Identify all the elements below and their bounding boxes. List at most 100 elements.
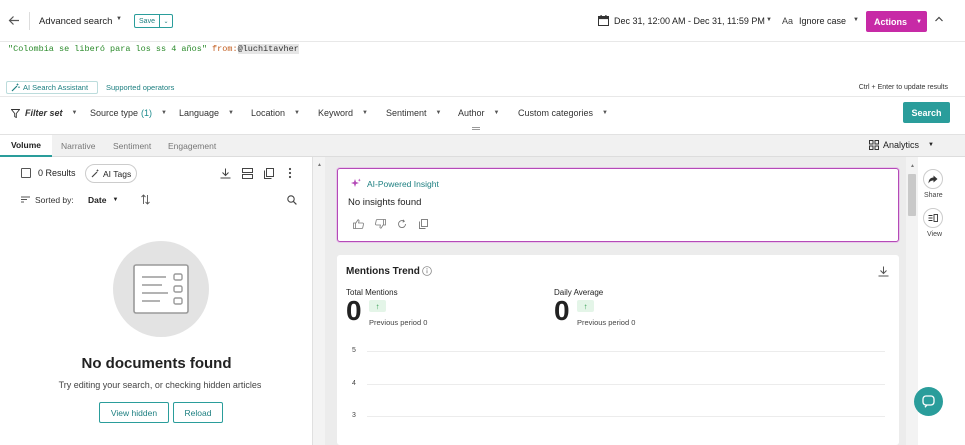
filter-location-label: Location [251,108,286,118]
search-button[interactable]: Search [903,102,950,123]
drag-handle-icon[interactable] [472,127,480,130]
analytics-caret-icon: ▼ [928,142,934,148]
supported-operators-link[interactable]: Supported operators [106,83,174,92]
tab-narrative[interactable]: Narrative [61,141,95,151]
chat-bubble-icon [922,395,935,408]
thumbs-up-icon[interactable] [353,219,364,229]
filter-language[interactable]: Language ▼ [179,108,234,118]
source-type-caret-icon: ▼ [161,110,167,116]
filter-set-selector[interactable]: Filter set ▼ [11,108,77,118]
ai-search-assistant-button[interactable]: AI Search Assistant [6,81,98,94]
select-all-checkbox[interactable] [21,168,31,178]
tab-sentiment[interactable]: Sentiment [113,141,151,151]
copy-icon[interactable] [419,219,428,229]
insight-title: AI-Powered Insight [367,179,439,189]
insight-text: No insights found [348,197,422,208]
case-selector[interactable]: Ignore case [799,16,846,26]
analytics-area: AI-Powered Insight No insights found Men… [325,157,906,445]
view-hidden-button[interactable]: View hidden [99,402,169,423]
filter-source-type[interactable]: Source type (1) ▼ [90,108,167,118]
panel-splitter[interactable]: ▲ [313,157,325,445]
case-icon: Aa [782,16,794,26]
chat-support-button[interactable] [914,387,943,416]
sort-direction-icon[interactable] [141,194,150,205]
actions-button[interactable]: Actions ▼ [866,11,927,32]
view-tabs: Volume Narrative Sentiment Engagement An… [0,135,965,157]
sort-field-label: Date [88,195,107,205]
sort-caret-icon: ▼ [112,197,119,203]
sort-field-selector[interactable]: Date ▼ [88,195,118,205]
tab-engagement[interactable]: Engagement [168,141,216,151]
query-phrase: "Colombia se liberó para los ss 4 años" [8,44,207,54]
sentiment-caret-icon: ▼ [435,110,442,116]
date-caret-icon[interactable]: ▼ [766,17,772,23]
filter-sentiment[interactable]: Sentiment ▼ [386,108,441,118]
tab-volume[interactable]: Volume [0,135,52,157]
actions-label: Actions [874,16,908,27]
sparkle-icon [351,178,361,188]
scrollbar-thumb[interactable] [908,174,916,216]
reload-button[interactable]: Reload [173,402,223,423]
back-arrow-icon[interactable] [8,15,20,26]
empty-description: Try editing your search, or checking hid… [58,380,262,390]
source-type-count: (1) [141,108,153,118]
y-axis-tick: 5 [352,347,356,354]
analytics-selector[interactable]: Analytics ▼ [869,140,934,150]
share-arrow-icon [928,175,938,183]
funnel-icon [11,108,20,118]
scroll-up-arrow-icon[interactable]: ▲ [910,163,915,169]
copy-icon[interactable] [264,168,274,179]
daily-previous-period: Previous period 0 [577,318,636,327]
gridline [367,351,885,352]
collapse-chevron-up-icon[interactable] [934,15,944,23]
filter-location[interactable]: Location ▼ [251,108,300,118]
location-caret-icon: ▼ [294,110,300,116]
analytics-grid-icon [869,140,879,150]
ai-tags-button[interactable]: AI Tags [85,164,137,183]
splitter-arrow-icon: ▲ [317,162,322,168]
gridline [367,416,885,417]
total-previous-period: Previous period 0 [369,318,428,327]
download-icon[interactable] [220,168,231,179]
filter-custom-categories[interactable]: Custom categories ▼ [518,108,608,118]
save-options-button[interactable]: ⌄ [160,14,173,28]
ai-insight-card: AI-Powered Insight No insights found [337,168,899,242]
info-icon[interactable] [422,266,432,276]
filter-author[interactable]: Author ▼ [458,108,499,118]
empty-title: No documents found [81,355,232,372]
download-icon[interactable] [878,266,889,277]
custom-categories-caret-icon: ▼ [602,110,608,116]
total-trend-up-icon: ↑ [369,300,386,312]
actions-caret-icon: ▼ [916,18,922,25]
share-button[interactable] [923,169,943,189]
mentions-trend-card: Mentions Trend Total Mentions 0 ↑ Previo… [337,255,899,445]
date-range-selector[interactable]: Dec 31, 12:00 AM - Dec 31, 11:59 PM [614,16,765,26]
chevron-down-icon: ⌄ [163,18,169,25]
filter-set-caret-icon: ▼ [71,110,78,116]
layout-rows-icon[interactable] [242,168,253,179]
case-caret-icon[interactable]: ▼ [853,17,859,23]
view-button[interactable] [923,208,943,228]
daily-average-value: 0 [554,295,570,326]
filter-sentiment-label: Sentiment [386,108,427,118]
sort-lines-icon [21,196,30,203]
save-button[interactable]: Save [134,14,160,28]
filter-custom-categories-label: Custom categories [518,108,594,118]
search-icon[interactable] [287,195,297,205]
title-dropdown-caret-icon[interactable]: ▼ [116,16,122,22]
filter-set-label: Filter set [25,108,63,118]
gridline [367,384,885,385]
mentions-trend-title: Mentions Trend [346,266,420,277]
filter-source-type-label: Source type [90,108,139,118]
more-vertical-icon[interactable] [288,167,292,179]
filter-keyword-label: Keyword [318,108,354,118]
page-title: Advanced search [39,16,113,27]
regenerate-icon[interactable] [397,219,407,229]
magic-wand-icon [11,83,20,92]
filter-keyword[interactable]: Keyword ▼ [318,108,368,118]
total-mentions-value: 0 [346,295,362,326]
view-label: View [927,231,943,238]
query-editor[interactable]: "Colombia se liberó para los ss 4 años" … [0,42,965,80]
language-caret-icon: ▼ [228,110,234,116]
thumbs-down-icon[interactable] [375,219,386,229]
